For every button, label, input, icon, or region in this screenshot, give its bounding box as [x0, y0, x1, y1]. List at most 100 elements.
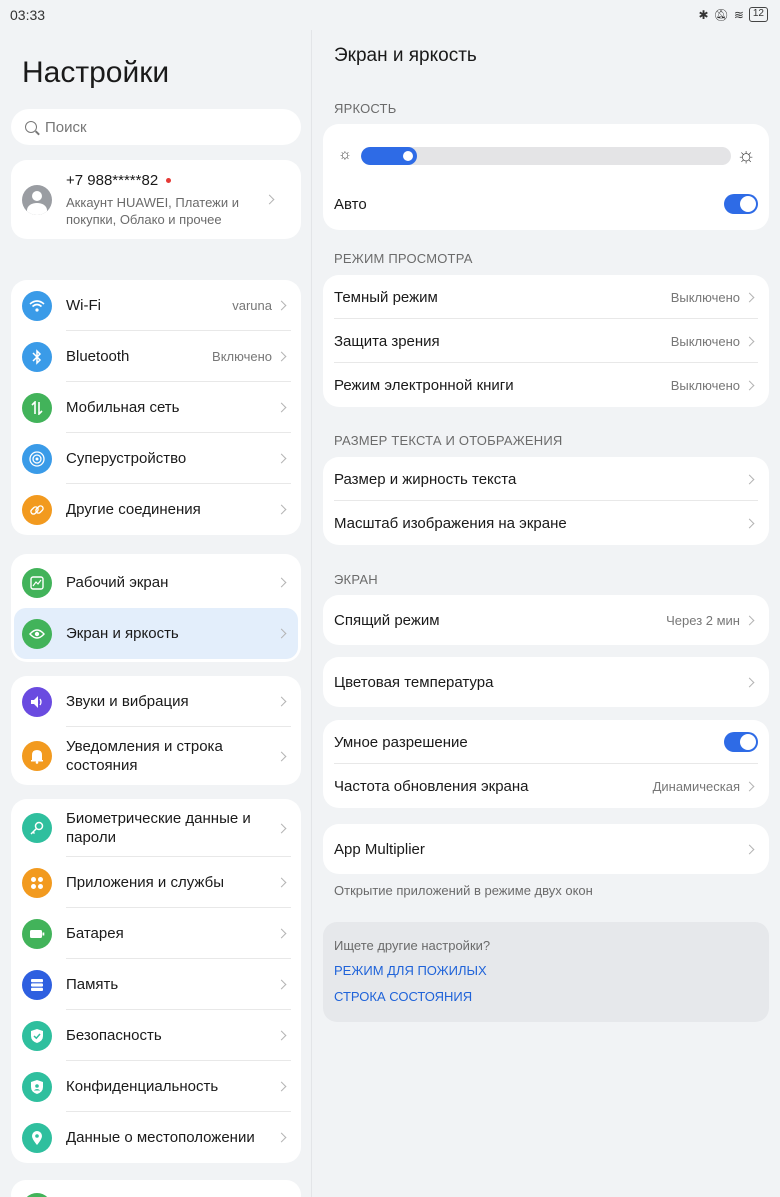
sidebar-item-apps[interactable]: Приложения и службы — [11, 857, 301, 908]
sleep-row[interactable]: Спящий режим Через 2 мин — [323, 595, 769, 645]
chevron-right-icon — [276, 877, 287, 888]
app-multiplier-note: Открытие приложений в режиме двух окон — [334, 883, 593, 898]
status-icons: ✱ 🔕︎ ≋ 12 — [699, 7, 768, 22]
apps-icon — [22, 867, 52, 898]
link-icon — [22, 494, 52, 525]
sidebar-item-label: Данные о местоположении — [66, 1129, 255, 1146]
sidebar-item-display-brightness[interactable]: Экран и яркость — [14, 608, 298, 659]
text-size-row[interactable]: Размер и жирность текста — [323, 457, 769, 501]
display-group: Рабочий экран Экран и яркость — [11, 554, 301, 662]
search-bar[interactable] — [11, 109, 301, 145]
status-bar-link[interactable]: СТРОКА СОСТОЯНИЯ — [334, 989, 472, 1004]
display-scale-row[interactable]: Масштаб изображения на экране — [323, 501, 769, 545]
sidebar-item-label: Звуки и вибрация — [66, 693, 189, 710]
sidebar-item-label: Биометрические данные и пароли — [66, 810, 251, 846]
bluetooth-status-icon: ✱ — [698, 7, 709, 22]
row-label: Цветовая температура — [334, 673, 494, 691]
text-size-header: РАЗМЕР ТЕКСТА И ОТОБРАЖЕНИЯ — [334, 433, 563, 448]
chevron-right-icon — [276, 402, 287, 413]
sidebar-item-sounds[interactable]: Звуки и вибрация — [11, 676, 301, 727]
brightness-slider[interactable] — [361, 147, 731, 165]
account-phone: +7 988*****82 — [66, 171, 159, 189]
chevron-right-icon — [264, 194, 275, 205]
chevron-right-icon — [276, 1030, 287, 1041]
row-value: Динамическая — [652, 778, 740, 794]
row-label: Режим электронной книги — [334, 376, 514, 394]
row-label: Защита зрения — [334, 332, 440, 350]
row-value: Выключено — [670, 377, 740, 393]
smart-resolution-toggle[interactable] — [724, 732, 758, 752]
sidebar-item-label: Wi-Fi — [66, 297, 101, 314]
chevron-right-icon — [276, 453, 287, 464]
sidebar-item-wifi[interactable]: Wi-Fi varuna — [11, 280, 301, 331]
chevron-right-icon — [276, 504, 287, 515]
color-temp-card: Цветовая температура — [323, 657, 769, 707]
sidebar-item-label: Экран и яркость — [66, 625, 179, 642]
bluetooth-icon — [22, 341, 52, 372]
color-temp-row[interactable]: Цветовая температура — [323, 657, 769, 707]
mute-status-icon: 🔕︎ — [713, 7, 729, 22]
wifi-value: varuna — [232, 298, 272, 313]
eye-comfort-row[interactable]: Защита зрения Выключено — [323, 319, 769, 363]
sidebar-item-battery[interactable]: Батарея — [11, 908, 301, 959]
sidebar-item-super-device[interactable]: Суперустройство — [11, 433, 301, 484]
brightness-slider-fill — [361, 147, 417, 165]
row-value: Выключено — [670, 289, 740, 305]
sidebar-item-home-screen[interactable]: Рабочий экран — [11, 557, 301, 608]
sidebar-item-bluetooth[interactable]: Bluetooth Включено — [11, 331, 301, 382]
search-input[interactable] — [45, 118, 265, 136]
sidebar-item-other-connections[interactable]: Другие соединения — [11, 484, 301, 535]
elderly-mode-link[interactable]: РЕЖИМ ДЛЯ ПОЖИЛЫХ — [334, 963, 487, 978]
notification-dot — [166, 177, 172, 183]
smart-resolution-row[interactable]: Умное разрешение — [323, 720, 769, 764]
sidebar-item-label: Другие соединения — [66, 501, 201, 518]
chevron-right-icon — [744, 518, 755, 528]
sidebar-item-biometrics[interactable]: Биометрические данные и пароли — [11, 799, 301, 857]
ebook-mode-row[interactable]: Режим электронной книги Выключено — [323, 363, 769, 407]
sidebar-item-privacy[interactable]: Конфиденциальность — [11, 1061, 301, 1112]
sidebar-item-label: Рабочий экран — [66, 574, 169, 591]
detail-title: Экран и яркость — [334, 45, 477, 66]
connections-group: Wi-Fi varuna Bluetooth Включено Мобильна… — [11, 280, 301, 535]
text-size-card: Размер и жирность текста Масштаб изображ… — [323, 457, 769, 545]
wifi-icon — [22, 290, 52, 321]
auto-brightness-row[interactable]: Авто — [323, 178, 769, 230]
app-multiplier-row[interactable]: App Multiplier — [323, 824, 769, 874]
auto-brightness-toggle[interactable] — [724, 194, 758, 214]
sidebar-item-label: Конфиденциальность — [66, 1078, 219, 1095]
sidebar-item-label: Безопасность — [66, 1027, 162, 1044]
sidebar-item-security[interactable]: Безопасность — [11, 1010, 301, 1061]
column-divider — [311, 30, 312, 1197]
bell-icon — [22, 741, 52, 771]
chevron-right-icon — [744, 844, 755, 854]
more-settings-header: Ищете другие настройки? — [334, 938, 491, 953]
app-multiplier-card: App Multiplier — [323, 824, 769, 874]
chevron-right-icon — [744, 380, 755, 390]
chevron-right-icon — [276, 696, 287, 707]
battery-status-icon: 12 — [748, 7, 768, 22]
brightness-header: ЯРКОСТЬ — [334, 101, 397, 116]
sleep-card: Спящий режим Через 2 мин — [323, 595, 769, 645]
status-time: 03:33 — [10, 7, 46, 23]
sound-icon — [22, 686, 52, 717]
storage-icon — [22, 969, 52, 1000]
bluetooth-value: Включено — [212, 349, 272, 364]
resolution-card: Умное разрешение Частота обновления экра… — [323, 720, 769, 808]
sidebar-item-label: Уведомления и строка состояния — [66, 738, 223, 774]
more-settings-card: Ищете другие настройки? РЕЖИМ ДЛЯ ПОЖИЛЫ… — [323, 922, 769, 1022]
sidebar-item-location[interactable]: Данные о местоположении — [11, 1112, 301, 1163]
brightness-card: ☼ ☼ Авто — [323, 124, 769, 230]
refresh-rate-row[interactable]: Частота обновления экрана Динамическая — [323, 764, 769, 808]
sidebar-item-storage[interactable]: Память — [11, 959, 301, 1010]
account-card[interactable]: +7 988*****82 Аккаунт HUAWEI, Платежи и … — [11, 160, 301, 239]
brightness-low-icon: ☼ — [338, 146, 352, 163]
sidebar-item-label: Приложения и службы — [66, 874, 224, 891]
chevron-right-icon — [276, 300, 287, 311]
chevron-right-icon — [276, 1132, 287, 1143]
dark-mode-row[interactable]: Темный режим Выключено — [323, 275, 769, 319]
chevron-right-icon — [744, 336, 755, 346]
sidebar-item-mobile-network[interactable]: Мобильная сеть — [11, 382, 301, 433]
view-mode-card: Темный режим Выключено Защита зрения Вык… — [323, 275, 769, 407]
sound-notification-group: Звуки и вибрация Уведомления и строка со… — [11, 676, 301, 785]
sidebar-item-notifications[interactable]: Уведомления и строка состояния — [11, 727, 301, 785]
